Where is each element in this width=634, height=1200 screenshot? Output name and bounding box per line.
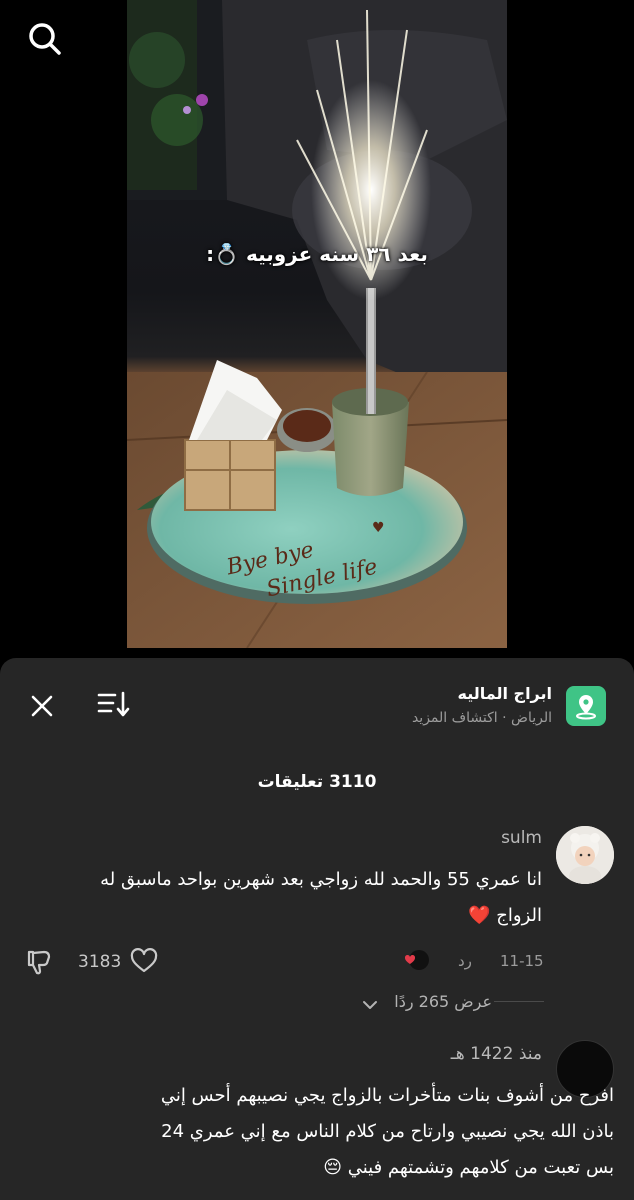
video-scene: Bye bye Single life ♥ — [127, 0, 507, 648]
dislike-button[interactable] — [24, 948, 54, 976]
view-replies-button[interactable]: عرض 265 ردًا — [394, 992, 492, 1011]
avatar[interactable] — [556, 826, 614, 884]
creator-avatar-heart-icon — [404, 950, 429, 970]
heart-outline-icon — [130, 948, 158, 973]
comment-username[interactable]: sulm — [501, 828, 542, 848]
chevron-down-icon — [362, 996, 378, 1009]
comment-date: 11-15 — [500, 952, 544, 970]
video-player[interactable]: Bye bye Single life ♥ بعد ٣٦ سنه عزوبيه … — [0, 0, 634, 660]
thumbs-down-icon — [27, 950, 51, 975]
sort-icon — [97, 691, 130, 717]
place-name[interactable]: ابراج الماليه — [458, 684, 553, 703]
comment-text-line: الزواج ❤️ — [468, 905, 542, 926]
comments-count: 3110 تعليقات — [257, 772, 377, 792]
creator-liked-badge — [402, 948, 430, 972]
baby-avatar-image — [556, 826, 614, 884]
like-count: 3183 — [78, 952, 122, 972]
sort-button[interactable] — [96, 688, 132, 720]
close-icon — [31, 695, 53, 717]
close-button[interactable] — [26, 690, 58, 722]
video-frame[interactable]: Bye bye Single life ♥ بعد ٣٦ سنه عزوبيه … — [127, 0, 507, 648]
reply-button[interactable]: رد — [458, 952, 472, 970]
place-subtitle[interactable]: الرياض · اكتشاف المزيد — [412, 710, 552, 726]
map-pin-icon — [576, 695, 596, 720]
search-button[interactable] — [24, 18, 64, 58]
comment-text-line: انا عمري 55 والحمد لله زواجي بعد شهرين ب… — [100, 869, 542, 890]
svg-text:♥: ♥ — [372, 520, 385, 536]
comment-username[interactable]: منذ 1422 هـ — [451, 1044, 542, 1064]
like-button[interactable] — [130, 948, 158, 974]
replies-divider — [494, 1001, 544, 1002]
video-caption: بعد ٣٦ سنه عزوبيه 💍: — [206, 242, 428, 266]
search-icon — [29, 23, 61, 55]
comment-text-line: باذن الله يجي نصيبي وارتاح من كلام الناس… — [161, 1121, 614, 1142]
place-thumbnail[interactable] — [566, 686, 606, 726]
comment-text-line: افرح من أشوف بنات متأخرات بالزواج يجي نص… — [160, 1085, 614, 1106]
comment-text-line: بس تعبت من كلامهم وتشمتهم فيني 😔 — [323, 1157, 614, 1178]
